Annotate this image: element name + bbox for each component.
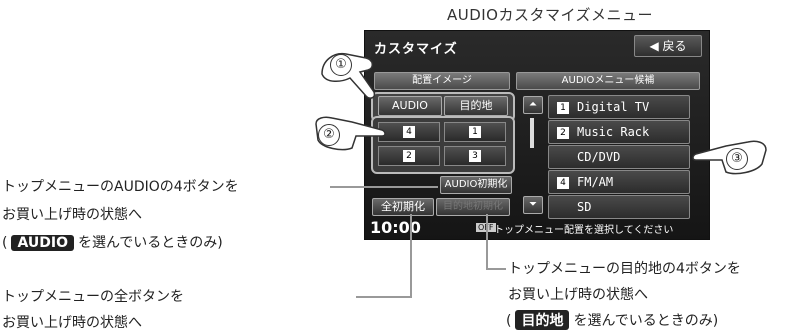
- grid-badge: 3: [469, 149, 481, 162]
- paren-open: (: [506, 313, 512, 329]
- leader-line: [486, 214, 488, 270]
- audio-reset-button[interactable]: AUDIO初期化: [440, 176, 512, 194]
- screen-title: カスタマイズ: [374, 42, 458, 57]
- audio-condition-text: を選んでいるときのみ): [77, 235, 223, 251]
- audio-candidates-tab: AUDIOメニュー候補: [516, 72, 700, 90]
- item-badge: [557, 152, 569, 164]
- item-label: FM/AM: [577, 175, 614, 189]
- leader-line: [356, 296, 412, 298]
- grid-badge: 1: [469, 125, 481, 138]
- list-item[interactable]: 4 FM/AM: [548, 170, 690, 194]
- list-item[interactable]: SD: [548, 195, 690, 219]
- dest-reset-desc-line1: トップメニューの目的地の4ボタンを: [508, 261, 741, 277]
- status-text: トップメニュー配置を選択してください: [494, 225, 674, 236]
- dest-reset-desc-line2: お買い上げ時の状態へ: [508, 287, 648, 303]
- all-reset-desc-line2: お買い上げ時の状態へ: [2, 315, 142, 331]
- item-badge: 2: [557, 126, 569, 139]
- page-title: AUDIOカスタマイズメニュー: [446, 6, 654, 24]
- leader-line: [410, 214, 412, 298]
- audio-chip: AUDIO: [11, 235, 74, 251]
- paren-open: (: [2, 235, 8, 251]
- list-item[interactable]: 1 Digital TV: [548, 95, 690, 119]
- grid-badge: 2: [403, 149, 415, 162]
- layout-image-tab: 配置イメージ: [374, 72, 510, 90]
- grid-slot-3[interactable]: 3: [444, 146, 506, 166]
- item-badge: 1: [557, 101, 569, 114]
- grid-badge: 4: [403, 125, 415, 138]
- audio-reset-desc-line2: お買い上げ時の状態へ: [2, 207, 142, 223]
- callout-number-1: ①: [330, 54, 352, 76]
- destination-condition-text: を選んでいるときのみ): [573, 313, 719, 329]
- destination-chip: 目的地: [515, 310, 570, 330]
- clock: 10:00: [370, 218, 421, 237]
- destination-reset-button[interactable]: 目的地初期化: [436, 198, 510, 216]
- item-badge: 4: [557, 176, 569, 189]
- all-reset-button[interactable]: 全初期化: [372, 198, 434, 216]
- all-reset-desc-line1: トップメニューの全ボタンを: [2, 289, 184, 305]
- pointing-hand-icon: [321, 52, 376, 99]
- destination-select-button[interactable]: 目的地: [444, 96, 508, 116]
- dest-reset-desc-line3: (目的地 を選んでいるときのみ): [506, 310, 718, 330]
- leader-line: [330, 186, 438, 188]
- callout-number-2: ②: [318, 124, 340, 146]
- audio-reset-desc-line3: (AUDIO を選んでいるときのみ): [2, 232, 223, 252]
- grid-slot-1[interactable]: 1: [444, 122, 506, 142]
- back-button[interactable]: ◀ 戻る: [634, 35, 702, 57]
- item-label: SD: [577, 200, 592, 214]
- list-item[interactable]: 2 Music Rack: [548, 120, 690, 144]
- item-label: CD/DVD: [577, 150, 621, 164]
- audio-reset-desc-line1: トップメニューのAUDIOの4ボタンを: [2, 179, 239, 195]
- item-badge: [557, 202, 569, 214]
- scroll-up-button[interactable]: ⏶: [523, 96, 543, 114]
- leader-line: [486, 268, 506, 270]
- callout-number-3: ③: [726, 148, 748, 170]
- list-item[interactable]: CD/DVD: [548, 145, 690, 169]
- scroll-down-button[interactable]: ⏷: [523, 196, 543, 214]
- item-label: Music Rack: [577, 125, 650, 139]
- audio-select-button[interactable]: AUDIO: [378, 96, 442, 116]
- item-label: Digital TV: [577, 100, 650, 114]
- scrollbar-thumb[interactable]: [530, 118, 534, 148]
